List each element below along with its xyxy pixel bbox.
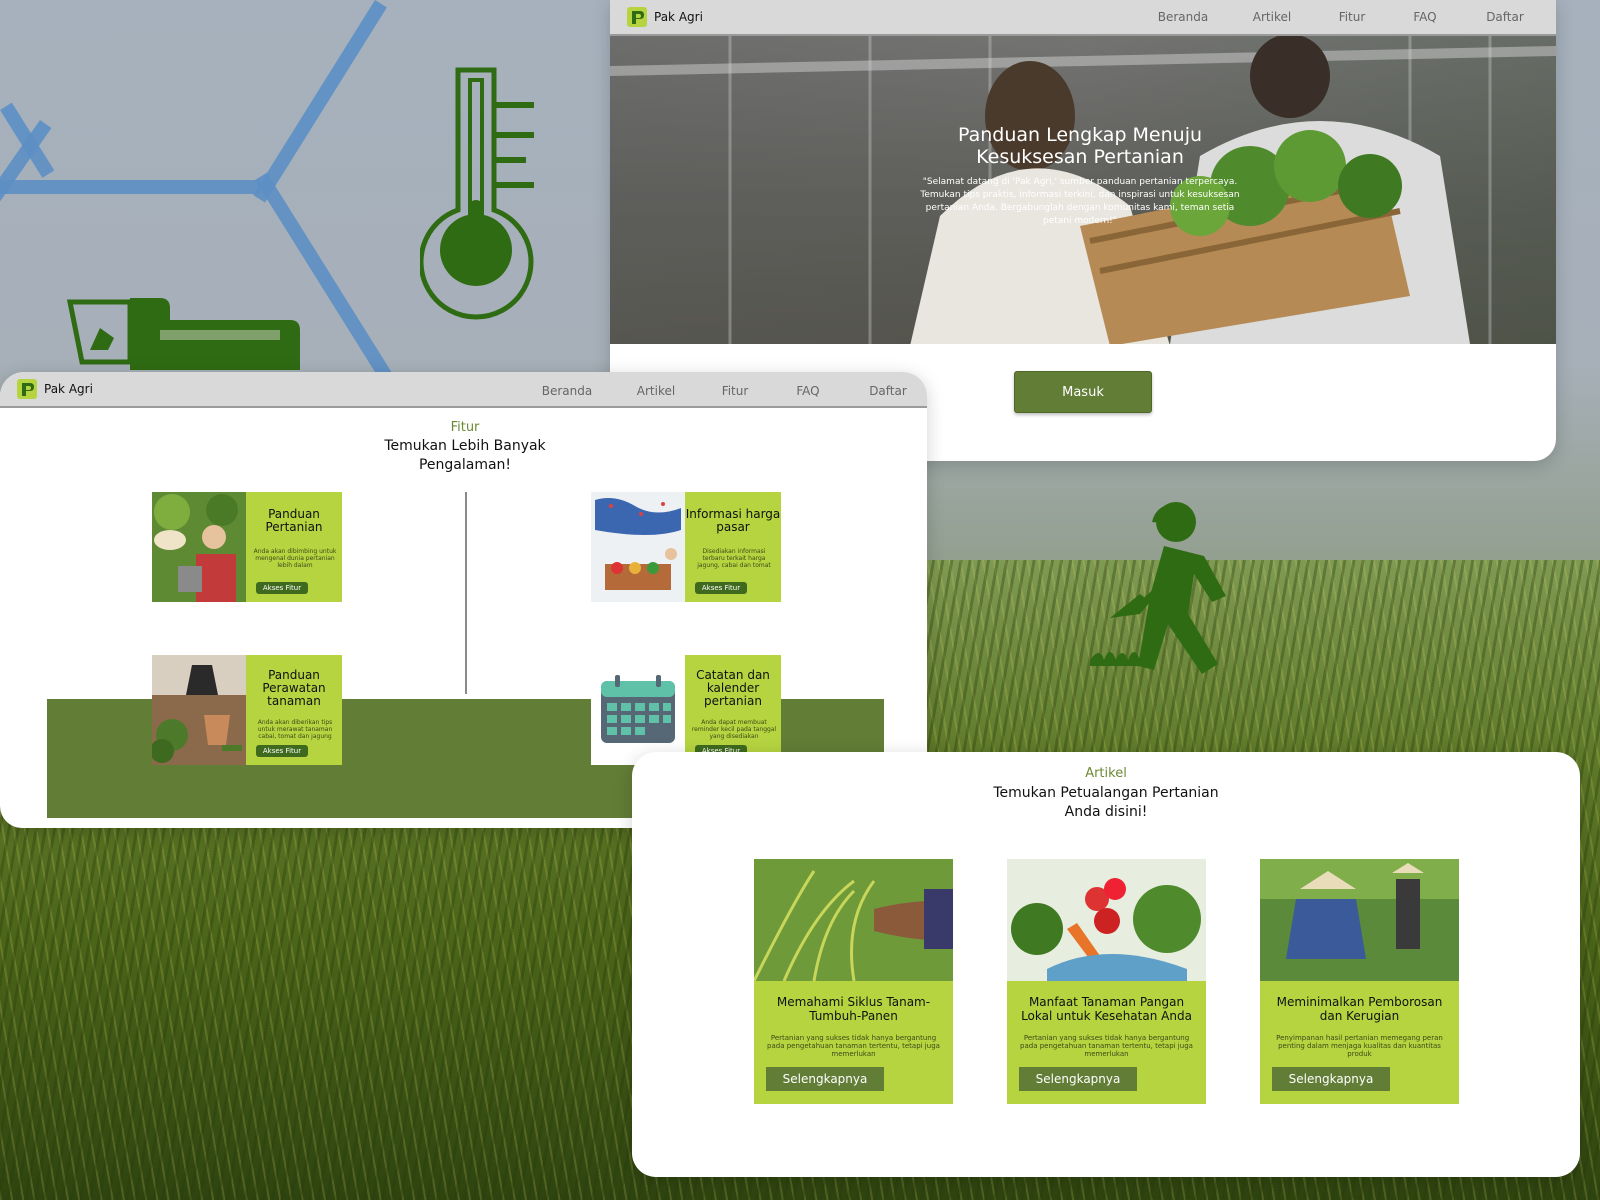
fitur-card-panduan-perawatan-tanaman[interactable]: Panduan Perawatan tanaman Anda akan dibe… — [152, 655, 342, 765]
artikel-card-image — [754, 859, 953, 981]
fitur-card-description: Anda akan diberikan tips untuk merawat t… — [257, 719, 333, 740]
artikel-card-tanaman-pangan[interactable]: Manfaat Tanaman Pangan Lokal untuk Keseh… — [1007, 859, 1206, 1104]
artikel-card-description: Pertanian yang sukses tidak hanya bergan… — [767, 1034, 940, 1058]
fitur-section-title: Temukan Lebih Banyak Pengalaman! — [384, 438, 546, 473]
login-button[interactable]: Masuk — [1014, 371, 1152, 413]
navbar: Pak Agri Beranda Artikel Fitur FAQ Dafta… — [610, 0, 1556, 36]
fitur-card-title: Catatan dan kalender pertanian — [696, 668, 770, 708]
nav-fitur[interactable]: Fitur — [1318, 10, 1386, 24]
fitur-card-catatan-kalender[interactable]: Catatan dan kalender pertanian Anda dapa… — [591, 655, 781, 765]
nav-daftar[interactable]: Daftar — [1464, 10, 1546, 24]
nav-artikel[interactable]: Artikel — [610, 384, 702, 398]
tractor-icon — [66, 298, 300, 370]
nav-faq[interactable]: FAQ — [768, 384, 848, 398]
fitur-section-label: Fitur — [450, 420, 480, 435]
brand-name: Pak Agri — [654, 10, 703, 24]
brand[interactable]: Pak Agri — [16, 378, 93, 400]
nav-daftar[interactable]: Daftar — [848, 384, 927, 398]
artikel-window: Artikel Temukan Petualangan Pertanian An… — [632, 752, 1580, 1177]
artikel-section-title: Temukan Petualangan Pertanian Anda disin… — [993, 785, 1219, 820]
akses-fitur-button[interactable]: Akses Fitur — [256, 582, 308, 594]
fitur-card-image — [591, 492, 685, 602]
selengkapnya-button[interactable]: Selengkapnya — [766, 1067, 884, 1091]
nav-fitur[interactable]: Fitur — [702, 384, 768, 398]
calendar-icon — [591, 655, 685, 765]
fitur-card-panduan-pertanian[interactable]: Panduan Pertanian Anda akan dibimbing un… — [152, 492, 342, 602]
artikel-card-pemborosan[interactable]: Meminimalkan Pemborosan dan Kerugian Pen… — [1260, 859, 1459, 1104]
farmer-icon — [1090, 502, 1226, 674]
nav-artikel[interactable]: Artikel — [1226, 10, 1318, 24]
pak-agri-logo-icon — [17, 379, 37, 399]
artikel-card-title: Manfaat Tanaman Pangan Lokal untuk Keseh… — [1021, 995, 1192, 1023]
artikel-card-image — [1007, 859, 1206, 981]
artikel-card-description: Penyimpanan hasil pertanian memegang per… — [1276, 1034, 1443, 1058]
artikel-section-label: Artikel — [1085, 766, 1127, 781]
artikel-card-title: Meminimalkan Pemborosan dan Kerugian — [1276, 995, 1443, 1023]
fitur-card-informasi-harga-pasar[interactable]: Informasi harga pasar Disediakan informa… — [591, 492, 781, 602]
pak-agri-logo-icon — [627, 7, 647, 27]
hero-description: "Selamat datang di 'Pak Agri,' sumber pa… — [920, 177, 1240, 226]
navbar: Pak Agri Beranda Artikel Fitur FAQ Dafta… — [0, 372, 927, 408]
akses-fitur-button[interactable]: Akses Fitur — [695, 582, 747, 594]
artikel-card-description: Pertanian yang sukses tidak hanya bergan… — [1020, 1034, 1193, 1058]
fitur-card-description: Disediakan informasi terbaru terkait har… — [697, 548, 771, 569]
fitur-card-description: Anda akan dibimbing untuk mengenal dunia… — [253, 548, 337, 569]
nav-faq[interactable]: FAQ — [1386, 10, 1464, 24]
akses-fitur-button[interactable]: Akses Fitur — [256, 745, 308, 757]
fitur-divider — [465, 492, 467, 694]
artikel-card-title: Memahami Siklus Tanam-Tumbuh-Panen — [776, 995, 931, 1023]
brand-name: Pak Agri — [44, 382, 93, 396]
fitur-card-description: Anda dapat membuat reminder kecil pada t… — [691, 719, 777, 740]
fitur-card-title: Panduan Perawatan tanaman — [262, 668, 326, 708]
nav-beranda[interactable]: Beranda — [1140, 10, 1226, 24]
hero-title: Panduan Lengkap Menuju Kesuksesan Pertan… — [957, 124, 1203, 168]
fitur-card-image — [152, 655, 246, 765]
fitur-card-image — [152, 492, 246, 602]
artikel-card-siklus-tanam[interactable]: Memahami Siklus Tanam-Tumbuh-Panen Perta… — [754, 859, 953, 1104]
hex-line — [0, 180, 260, 194]
artikel-card-image — [1260, 859, 1459, 981]
selengkapnya-button[interactable]: Selengkapnya — [1019, 1067, 1137, 1091]
fitur-card-title: Informasi harga pasar — [685, 507, 781, 534]
thermometer-icon — [420, 67, 534, 320]
selengkapnya-button[interactable]: Selengkapnya — [1272, 1067, 1390, 1091]
nav-beranda[interactable]: Beranda — [524, 384, 610, 398]
fitur-card-title: Panduan Pertanian — [265, 507, 323, 534]
brand[interactable]: Pak Agri — [626, 6, 703, 28]
